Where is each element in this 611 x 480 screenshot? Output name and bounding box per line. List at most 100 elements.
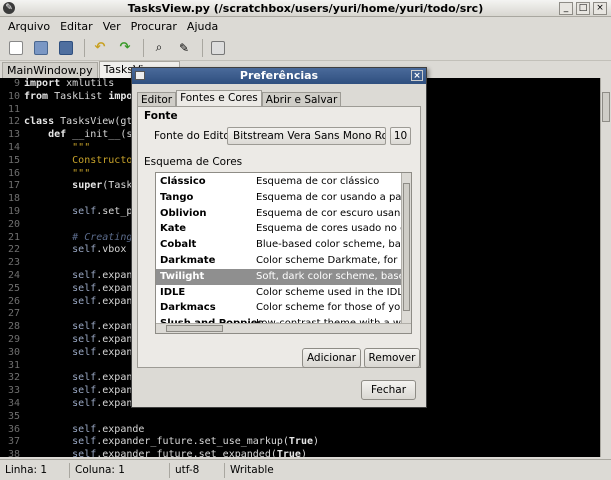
line-number: 28 — [7, 321, 20, 333]
tab-fonts-colors[interactable]: Fontes e Cores — [176, 90, 262, 107]
menu-arquivo[interactable]: Arquivo — [3, 20, 55, 33]
code-line[interactable]: 38 self.expander_future.set_expanded(Tru… — [0, 449, 611, 457]
scrollbar-thumb[interactable] — [602, 92, 610, 122]
scheme-row[interactable]: Twilight Soft, dark color scheme, based o — [156, 268, 403, 285]
code-text: # Creating — [24, 231, 133, 243]
scheme-row[interactable]: IDLE Color scheme used in the IDLE P — [156, 285, 403, 301]
scheme-description: Esquema de cor usando a paleta — [256, 191, 402, 203]
scheme-section-heading: Esquema de Cores — [144, 156, 243, 168]
list-vertical-scrollbar[interactable] — [401, 173, 411, 323]
scheme-row[interactable]: Kate Esquema de cores usado no edit — [156, 221, 403, 237]
code-line[interactable]: 36 self.expande — [0, 424, 611, 437]
menu-ver[interactable]: Ver — [98, 20, 126, 33]
close-button[interactable]: Fechar — [361, 380, 416, 400]
code-text: self.vbox = — [24, 244, 145, 256]
font-section-heading: Fonte — [144, 110, 178, 122]
code-text: self.expande — [24, 333, 145, 345]
open-folder-icon[interactable] — [30, 37, 52, 59]
remove-button[interactable]: Remover — [364, 348, 420, 368]
menu-ajuda[interactable]: Ajuda — [182, 20, 223, 33]
code-text: def __init__(se — [48, 129, 139, 141]
line-number: 29 — [7, 333, 20, 345]
new-file-icon[interactable] — [5, 37, 27, 59]
scheme-row[interactable]: Clássico Esquema de cor clássico — [156, 174, 403, 190]
scrollbar-thumb[interactable] — [403, 183, 410, 311]
line-number: 35 — [7, 410, 20, 422]
scheme-description: Esquema de cores usado no edit — [256, 223, 402, 235]
font-picker-button[interactable]: Bitstream Vera Sans Mono Roman — [227, 127, 386, 145]
code-text: super(TasksV — [72, 180, 145, 192]
code-line[interactable]: 37 self.expander_future.set_use_markup(T… — [0, 436, 611, 449]
scheme-row[interactable]: Darkmate Color scheme Darkmate, for dark — [156, 253, 403, 269]
editor-scrollbar[interactable] — [600, 78, 611, 457]
toolbar-separator — [84, 38, 85, 57]
code-text: self.expande — [24, 282, 145, 294]
scheme-row[interactable]: Oblivion Esquema de cor escuro usando a — [156, 206, 403, 222]
scheme-name: Cobalt — [160, 239, 197, 251]
code-text: self.expander_future.set_use_markup(True… — [24, 436, 320, 448]
line-number: 30 — [7, 346, 20, 358]
line-number: 12 — [7, 116, 20, 128]
maximize-icon[interactable]: □ — [576, 2, 590, 15]
menu-procurar[interactable]: Procurar — [126, 20, 182, 33]
scheme-row[interactable]: Tango Esquema de cor usando a paleta — [156, 190, 403, 206]
redo-icon[interactable]: ↷ — [114, 37, 136, 59]
code-text: self.expande — [24, 295, 145, 307]
code-text: self.expande — [24, 372, 145, 384]
tab-open-save[interactable]: Abrir e Salvar — [261, 92, 342, 107]
status-line: Linha: 1 — [0, 462, 70, 478]
code-text: self.set_po — [24, 205, 139, 217]
scheme-row[interactable]: Cobalt Blue-based color scheme, based — [156, 237, 403, 253]
line-number: 38 — [7, 449, 20, 457]
close-icon[interactable]: × — [593, 2, 607, 15]
minimize-icon[interactable]: _ — [559, 2, 573, 15]
scheme-name: Tango — [160, 191, 194, 203]
menu-editar[interactable]: Editar — [55, 20, 98, 33]
line-number: 19 — [7, 205, 20, 217]
line-number: 15 — [7, 154, 20, 166]
dialog-icon — [135, 71, 145, 80]
line-number: 25 — [7, 282, 20, 294]
line-number: 32 — [7, 372, 20, 384]
code-text: """ — [24, 141, 91, 153]
tab-editor[interactable]: Editor — [137, 92, 177, 107]
window-title: TasksView.py (/scratchbox/users/yuri/hom… — [127, 2, 484, 15]
undo-icon[interactable]: ↶ — [89, 37, 111, 59]
line-number: 26 — [7, 295, 20, 307]
scrollbar-thumb[interactable] — [166, 325, 223, 332]
line-number: 31 — [7, 359, 20, 371]
scheme-name: Oblivion — [160, 207, 207, 219]
find-icon[interactable]: ⌕ — [148, 37, 170, 59]
line-number: 23 — [7, 257, 20, 269]
line-number: 13 — [7, 129, 20, 141]
replace-icon[interactable]: ✎ — [173, 37, 195, 59]
status-bar: Linha: 1 Coluna: 1 utf-8 Writable — [0, 459, 611, 480]
scheme-description: Esquema de cor escuro usando a — [256, 207, 402, 219]
code-text: from TaskList import — [24, 90, 145, 102]
add-button[interactable]: Adicionar — [302, 348, 361, 368]
color-scheme-list[interactable]: Clássico Esquema de cor clássico Tango Esqu… — [155, 172, 412, 334]
code-text: self.expande — [24, 385, 145, 397]
scheme-description: Esquema de cor clássico — [256, 176, 380, 187]
line-number: 34 — [7, 397, 20, 409]
line-number: 21 — [7, 231, 20, 243]
save-icon[interactable] — [55, 37, 77, 59]
dialog-title-bar: Preferências × — [132, 68, 426, 84]
scheme-name: Clássico — [160, 176, 206, 187]
font-size-value[interactable]: 10 — [390, 127, 411, 145]
code-text: self.expande — [24, 269, 145, 281]
dialog-close-icon[interactable]: × — [411, 70, 423, 81]
scheme-name: Kate — [160, 223, 187, 235]
line-number: 16 — [7, 167, 20, 179]
line-number: 11 — [7, 103, 20, 115]
line-number: 33 — [7, 385, 20, 397]
list-horizontal-scrollbar[interactable] — [156, 323, 411, 333]
code-text: class TasksView(gtk — [24, 116, 139, 128]
scheme-row[interactable]: Darkmacs Color scheme for those of you wh — [156, 300, 403, 316]
line-number: 17 — [7, 180, 20, 192]
scheme-description: Blue-based color scheme, based — [256, 239, 402, 251]
code-line[interactable]: 35 — [0, 411, 611, 424]
tab-mainwindow[interactable]: MainWindow.py — [2, 62, 98, 78]
dialog-tabs: Editor Fontes e Cores Abrir e Salvar — [137, 90, 342, 107]
fullscreen-icon[interactable] — [207, 37, 229, 59]
